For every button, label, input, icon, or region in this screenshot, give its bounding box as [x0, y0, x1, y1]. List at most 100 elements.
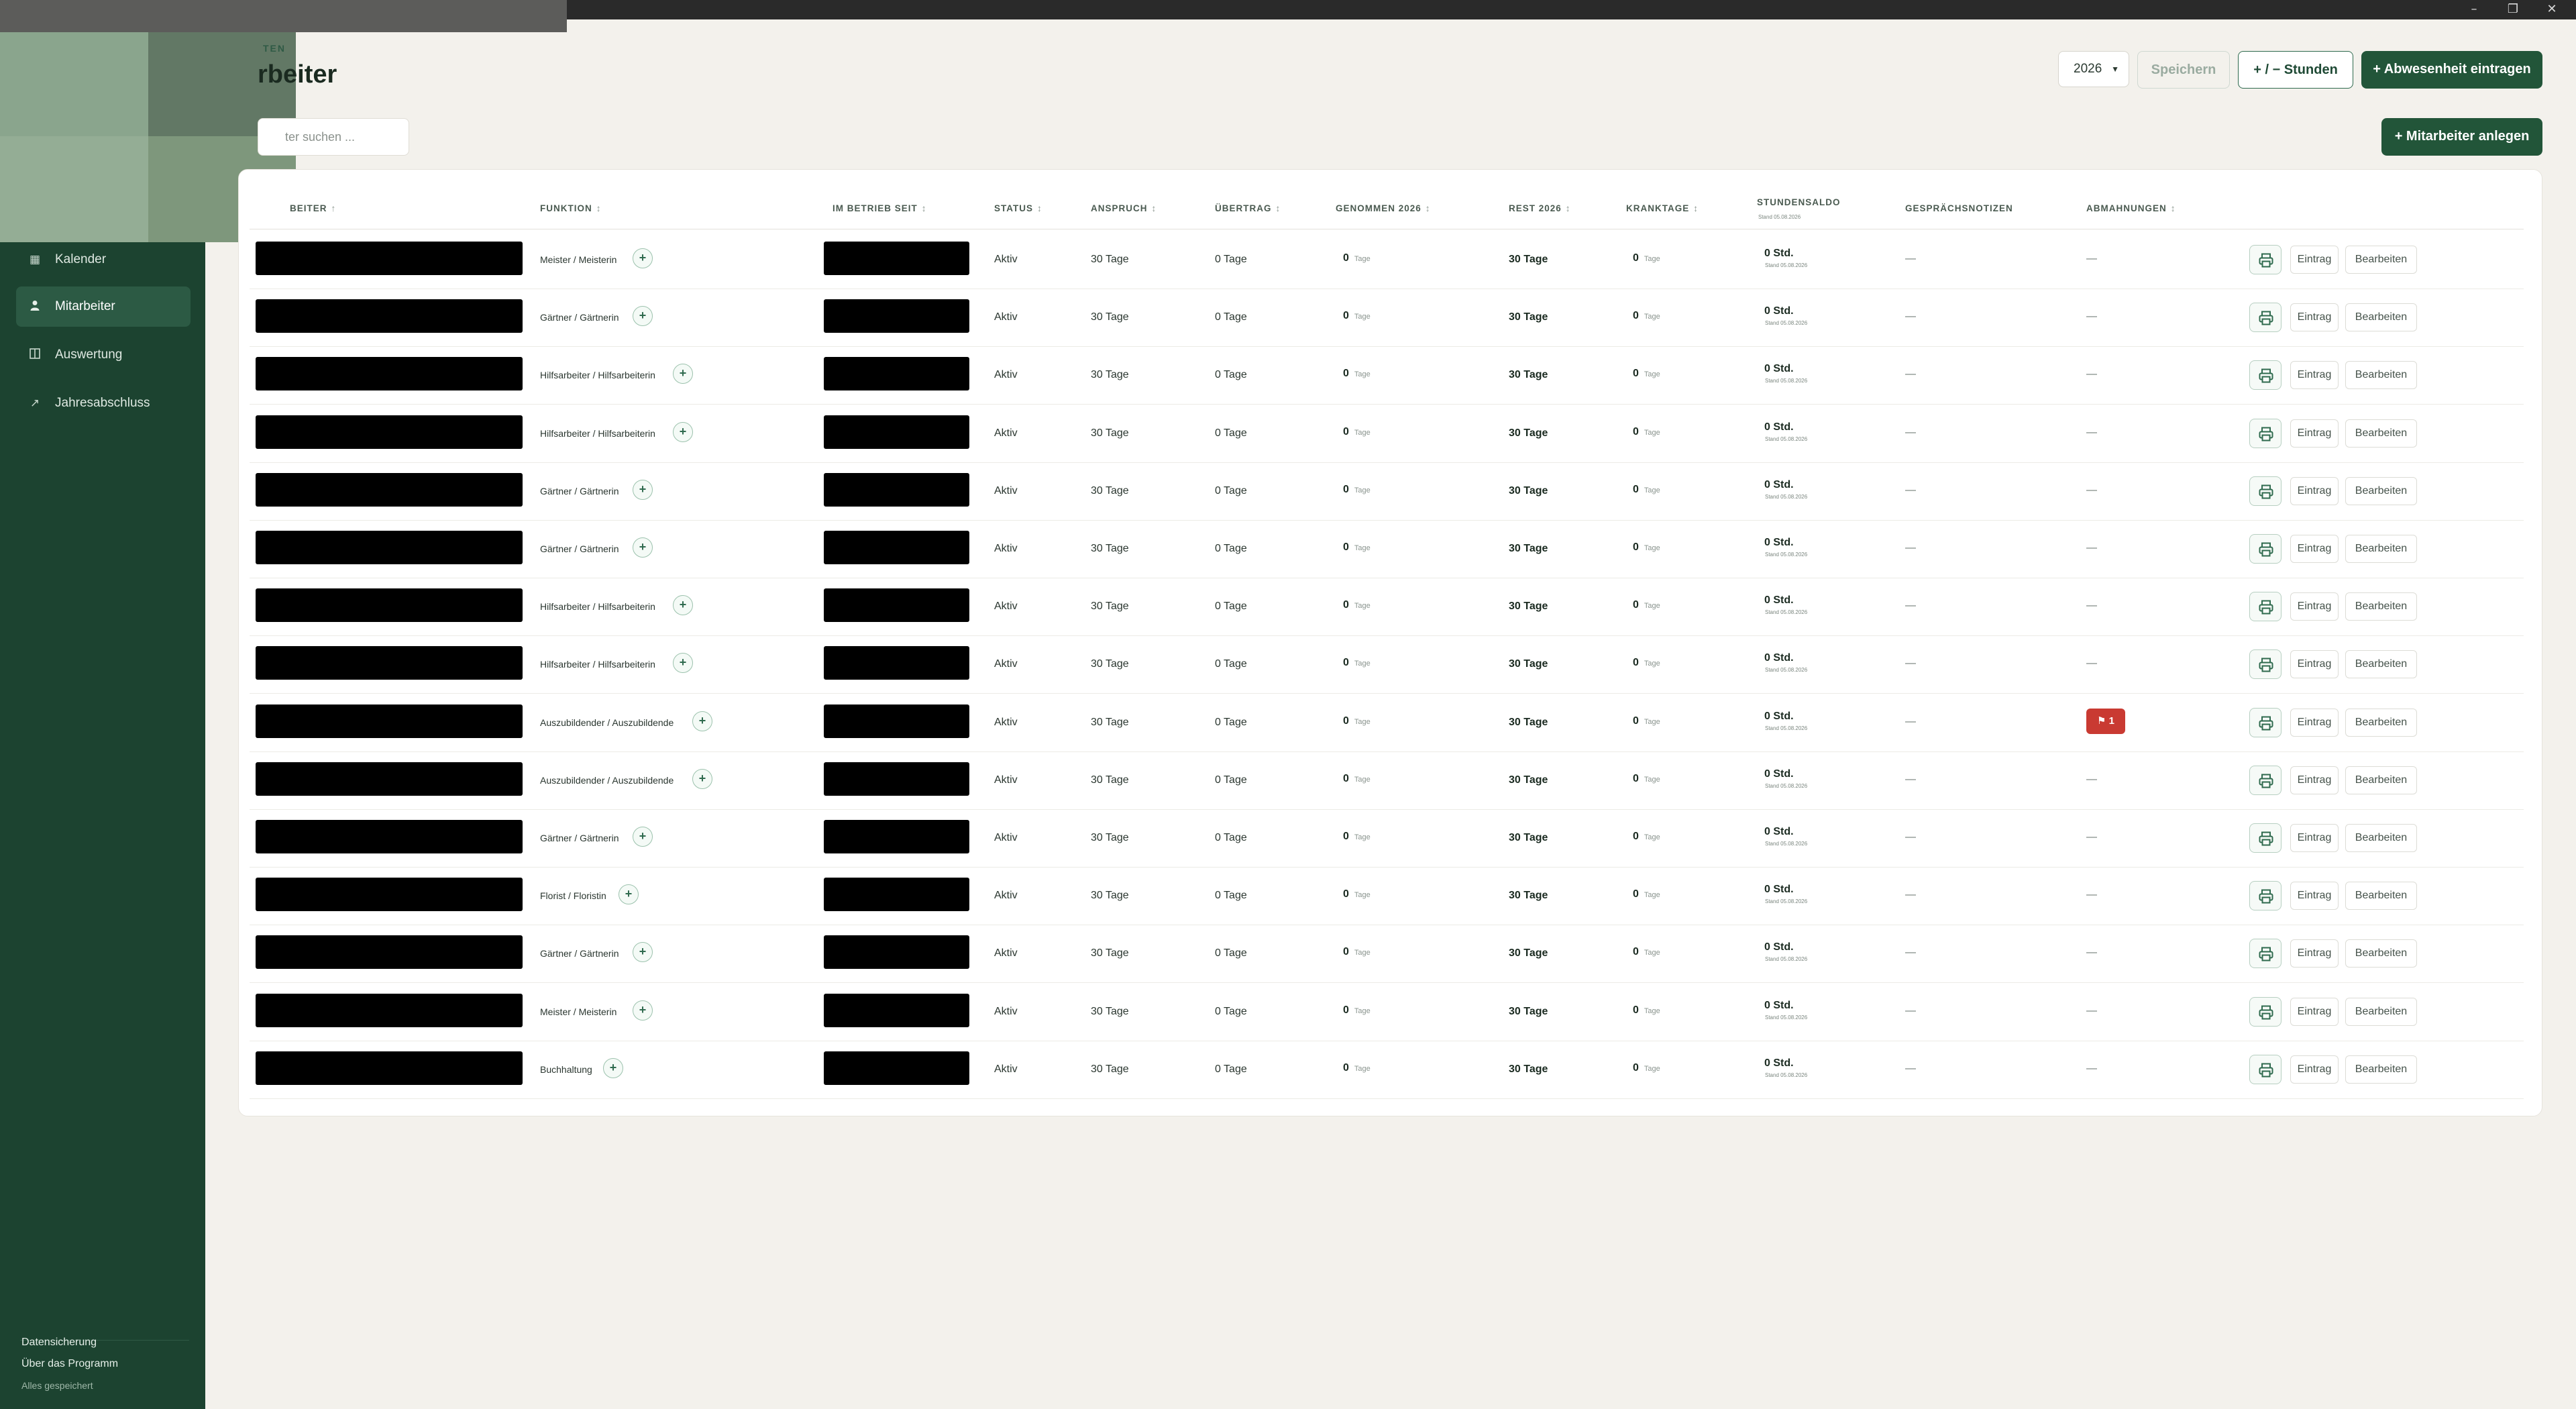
print-button[interactable]: [2249, 707, 2282, 737]
unit-label: Tage: [1644, 660, 1660, 668]
print-button[interactable]: [2249, 534, 2282, 564]
edit-button[interactable]: Bearbeiten: [2345, 766, 2417, 794]
entry-button[interactable]: Eintrag: [2290, 246, 2339, 274]
backup-link[interactable]: Datensicherung: [21, 1337, 97, 1349]
edit-button[interactable]: Bearbeiten: [2345, 246, 2417, 274]
add-function-button[interactable]: +: [633, 827, 653, 847]
add-function-button[interactable]: +: [692, 711, 712, 731]
unit-label: Tage: [1644, 486, 1660, 494]
entry-button[interactable]: Eintrag: [2290, 535, 2339, 563]
status-cell: Aktiv: [994, 254, 1018, 265]
entry-button[interactable]: Eintrag: [2290, 708, 2339, 737]
print-button[interactable]: [2249, 360, 2282, 390]
add-function-button[interactable]: +: [673, 364, 693, 384]
entry-button[interactable]: Eintrag: [2290, 766, 2339, 794]
search-input[interactable]: ter suchen ...: [258, 118, 409, 156]
add-function-button[interactable]: +: [633, 537, 653, 558]
rest-cell: 30 Tage: [1509, 658, 1548, 670]
print-button[interactable]: [2249, 939, 2282, 969]
edit-button[interactable]: Bearbeiten: [2345, 708, 2417, 737]
edit-button[interactable]: Bearbeiten: [2345, 997, 2417, 1026]
minimize-icon[interactable]: –: [2455, 0, 2493, 19]
entry-button[interactable]: Eintrag: [2290, 939, 2339, 968]
unit-label: Tage: [1354, 949, 1371, 957]
print-button[interactable]: [2249, 245, 2282, 274]
add-function-button[interactable]: +: [619, 884, 639, 905]
save-button[interactable]: Speichern: [2137, 51, 2230, 89]
print-button[interactable]: [2249, 418, 2282, 448]
column-header-rest[interactable]: REST 2026 ↕: [1509, 203, 1571, 213]
close-icon[interactable]: ✕: [2533, 0, 2571, 19]
print-button[interactable]: [2249, 303, 2282, 333]
warning-badge[interactable]: ⚑ 1: [2086, 708, 2125, 734]
column-header-name[interactable]: BEITER ↑: [290, 203, 336, 213]
entry-button[interactable]: Eintrag: [2290, 419, 2339, 448]
add-employee-button[interactable]: + Mitarbeiter anlegen: [2381, 118, 2542, 156]
entry-button[interactable]: Eintrag: [2290, 303, 2339, 332]
entry-button[interactable]: Eintrag: [2290, 882, 2339, 910]
edit-button[interactable]: Bearbeiten: [2345, 361, 2417, 390]
add-function-button[interactable]: +: [633, 306, 653, 327]
about-link[interactable]: Über das Programm: [21, 1358, 118, 1370]
status-cell: Aktiv: [994, 543, 1018, 554]
entry-button[interactable]: Eintrag: [2290, 592, 2339, 621]
print-button[interactable]: [2249, 996, 2282, 1027]
restore-icon[interactable]: ❐: [2494, 0, 2532, 19]
add-function-button[interactable]: +: [633, 248, 653, 268]
edit-button[interactable]: Bearbeiten: [2345, 419, 2417, 448]
edit-button[interactable]: Bearbeiten: [2345, 939, 2417, 968]
taken-value: 0: [1343, 1061, 1349, 1074]
edit-button[interactable]: Bearbeiten: [2345, 882, 2417, 910]
print-button[interactable]: [2249, 823, 2282, 853]
entry-button[interactable]: Eintrag: [2290, 650, 2339, 679]
entitlement-cell: 30 Tage: [1091, 254, 1129, 265]
notes-cell: —: [1905, 253, 1916, 264]
status-cell: Aktiv: [994, 947, 1018, 959]
entry-button[interactable]: Eintrag: [2290, 824, 2339, 852]
hours-balance-date: Stand 05.08.2026: [1765, 956, 1808, 963]
edit-button[interactable]: Bearbeiten: [2345, 1055, 2417, 1084]
edit-button[interactable]: Bearbeiten: [2345, 535, 2417, 563]
edit-button[interactable]: Bearbeiten: [2345, 650, 2417, 679]
printer-icon: [2259, 774, 2273, 788]
add-function-button[interactable]: +: [673, 653, 693, 674]
add-function-button[interactable]: +: [673, 595, 693, 616]
print-button[interactable]: [2249, 765, 2282, 795]
print-button[interactable]: [2249, 592, 2282, 622]
print-button[interactable]: [2249, 649, 2282, 680]
entry-button[interactable]: Eintrag: [2290, 1055, 2339, 1084]
column-header-status[interactable]: STATUS ↕: [994, 203, 1042, 213]
add-function-button[interactable]: +: [633, 942, 653, 963]
column-header-since[interactable]: IM BETRIEB SEIT ↕: [833, 203, 927, 213]
column-header-entitlement[interactable]: ANSPRUCH ↕: [1091, 203, 1157, 213]
edit-button[interactable]: Bearbeiten: [2345, 476, 2417, 505]
header-label: ÜBERTRAG: [1215, 203, 1272, 213]
edit-button[interactable]: Bearbeiten: [2345, 824, 2417, 852]
entry-button[interactable]: Eintrag: [2290, 997, 2339, 1026]
print-button[interactable]: [2249, 881, 2282, 911]
edit-button[interactable]: Bearbeiten: [2345, 592, 2417, 621]
entitlement-cell: 30 Tage: [1091, 774, 1129, 786]
add-function-button[interactable]: +: [692, 768, 712, 789]
add-function-button[interactable]: +: [633, 1000, 653, 1021]
column-header-taken[interactable]: GENOMMEN 2026 ↕: [1336, 203, 1431, 213]
taken-cell: 0 Tage: [1343, 715, 1371, 727]
hours-button[interactable]: + / − Stunden: [2238, 51, 2353, 89]
edit-button[interactable]: Bearbeiten: [2345, 303, 2417, 332]
column-header-carryover[interactable]: ÜBERTRAG ↕: [1215, 203, 1281, 213]
add-function-button[interactable]: +: [673, 421, 693, 442]
year-select[interactable]: 2026 ▼: [2058, 51, 2129, 87]
unit-label: Tage: [1644, 602, 1660, 611]
add-function-button[interactable]: +: [603, 1057, 623, 1078]
add-absence-button[interactable]: + Abwesenheit eintragen: [2361, 51, 2542, 89]
print-button[interactable]: [2249, 476, 2282, 506]
entry-button[interactable]: Eintrag: [2290, 361, 2339, 390]
sort-icon: ↕: [1151, 203, 1157, 213]
entry-button[interactable]: Eintrag: [2290, 476, 2339, 505]
column-header-function[interactable]: FUNKTION ↕: [540, 203, 602, 213]
column-header-warnings[interactable]: ABMAHNUNGEN ↕: [2086, 203, 2176, 213]
column-header-sick[interactable]: KRANKTAGE ↕: [1626, 203, 1699, 213]
rest-cell: 30 Tage: [1509, 601, 1548, 613]
add-function-button[interactable]: +: [633, 479, 653, 500]
print-button[interactable]: [2249, 1054, 2282, 1084]
